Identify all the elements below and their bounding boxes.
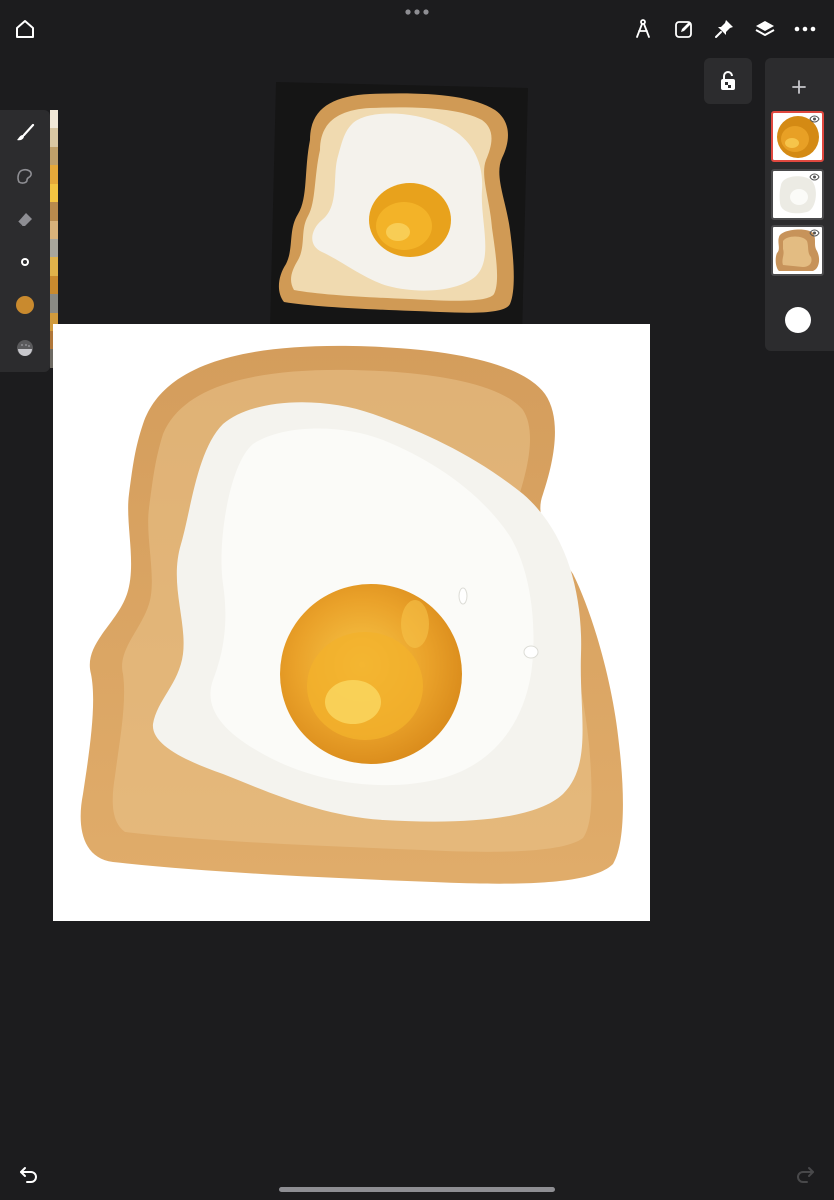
eye-icon[interactable]	[809, 173, 820, 181]
eraser-tool[interactable]	[11, 205, 39, 233]
undo-button[interactable]	[16, 1160, 42, 1186]
lock-button[interactable]	[704, 58, 752, 104]
palette-swatch[interactable]	[50, 202, 58, 221]
opacity-icon	[17, 340, 33, 356]
more-dots-handle[interactable]	[403, 6, 431, 18]
symmetry-icon	[636, 19, 650, 38]
palette-swatch[interactable]	[50, 238, 58, 258]
edit-icon	[675, 21, 692, 38]
add-layer-button[interactable]	[786, 74, 812, 100]
redo-icon	[797, 1167, 814, 1183]
color-picker-button[interactable]	[11, 291, 39, 319]
palette-swatch[interactable]	[50, 110, 58, 129]
palette-swatch[interactable]	[50, 128, 58, 147]
color-icon	[16, 296, 34, 314]
plus-icon	[792, 80, 806, 94]
more-button[interactable]	[792, 16, 818, 42]
smudge-icon	[17, 168, 32, 184]
layers-panel	[765, 58, 834, 351]
eraser-icon	[17, 213, 32, 227]
eye-icon[interactable]	[809, 229, 820, 237]
palette-swatch[interactable]	[50, 220, 58, 239]
palette-swatch[interactable]	[50, 183, 58, 203]
pin-icon	[715, 20, 733, 38]
brush-icon	[17, 123, 35, 141]
eye-icon[interactable]	[809, 115, 820, 123]
brush-size-control[interactable]	[11, 248, 39, 276]
redo-button[interactable]	[792, 1160, 818, 1186]
layers-button[interactable]	[752, 16, 778, 42]
layers-icon	[755, 21, 775, 36]
smudge-tool[interactable]	[11, 162, 39, 190]
undo-icon	[20, 1167, 37, 1183]
palette-swatch[interactable]	[50, 257, 58, 276]
home-button[interactable]	[12, 16, 38, 42]
canvas-artwork	[80, 345, 623, 884]
left-toolbar	[0, 110, 50, 372]
brush-tool[interactable]	[11, 119, 39, 147]
more-icon	[794, 26, 816, 32]
more-dots-icon	[405, 9, 429, 15]
drawing-canvas[interactable]	[53, 324, 650, 921]
home-indicator[interactable]	[279, 1187, 555, 1192]
symmetry-button[interactable]	[630, 16, 656, 42]
opacity-control[interactable]	[11, 334, 39, 362]
lock-icon	[721, 71, 735, 90]
background-color-layer[interactable]	[785, 307, 811, 333]
brush-size-icon	[21, 258, 29, 266]
palette-swatch[interactable]	[50, 165, 58, 184]
layer-thumbnail-1[interactable]	[771, 111, 824, 162]
home-icon	[16, 20, 34, 38]
layer-thumbnail-2[interactable]	[771, 169, 824, 220]
layer-thumbnail-3[interactable]	[771, 225, 824, 276]
palette-swatch[interactable]	[50, 146, 58, 166]
palette-swatch[interactable]	[50, 294, 58, 313]
reference-photo	[270, 82, 528, 338]
reference-image[interactable]	[270, 80, 528, 338]
palette-swatch[interactable]	[50, 275, 58, 295]
pin-button[interactable]	[711, 16, 737, 42]
edit-button[interactable]	[671, 16, 697, 42]
